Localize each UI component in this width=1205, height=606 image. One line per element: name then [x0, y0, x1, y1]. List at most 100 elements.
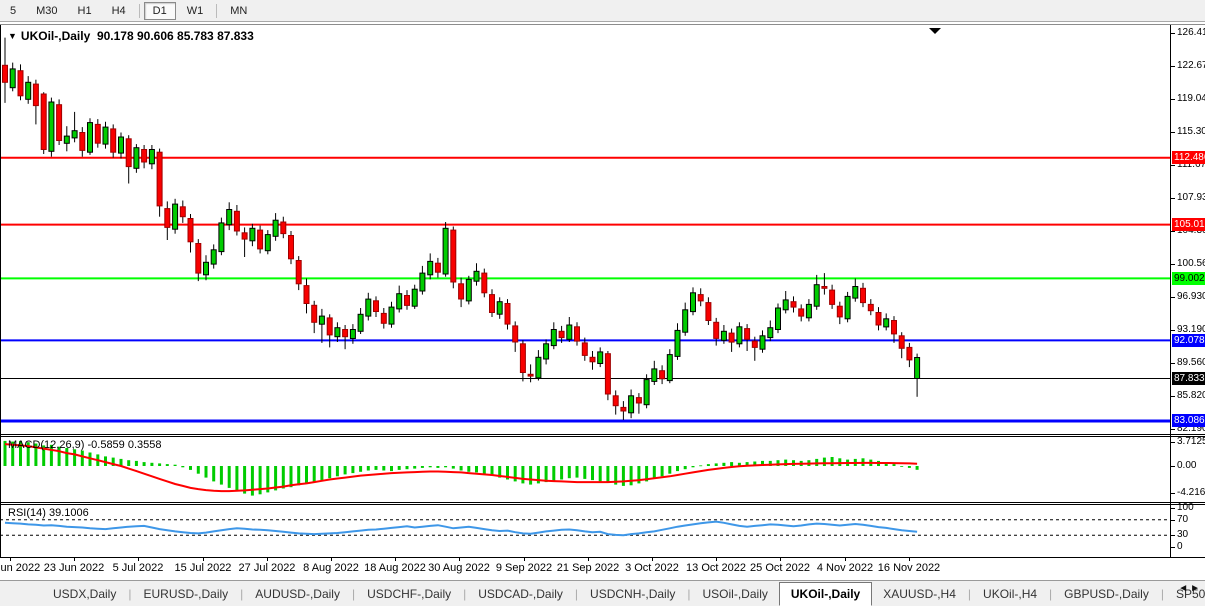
- axis-tick: [1171, 264, 1175, 265]
- chart-tab-gbpusd-daily[interactable]: GBPUSD-,Daily: [1053, 581, 1160, 606]
- axis-tick: [1171, 231, 1175, 232]
- date-tick-label: 4 Nov 2022: [808, 562, 882, 574]
- chart-tab-xauusd-h4[interactable]: XAUUSD-,H4: [872, 581, 967, 606]
- axis-tick: [1171, 297, 1175, 298]
- axis-tick: [1171, 520, 1175, 521]
- time-axis[interactable]: 13 Jun 202223 Jun 20225 Jul 202215 Jul 2…: [0, 558, 1170, 578]
- chart-title-ohlc: 90.178 90.606 85.783 87.833: [97, 29, 254, 43]
- tabs-scroll-left-icon[interactable]: ◄: [1178, 583, 1190, 594]
- axis-tick: [1171, 198, 1175, 199]
- terminal-window: 5M30H1H4 D1W1 MN ▼ UKOil-,Daily 90.178 90.6…: [0, 0, 1205, 606]
- date-tick: [845, 558, 846, 561]
- chart-tab-ukoil-h4[interactable]: UKOil-,H4: [972, 581, 1048, 606]
- date-tick-label: 13 Oct 2022: [679, 562, 753, 574]
- date-tick-label: 8 Aug 2022: [294, 562, 368, 574]
- tab-scroll-arrows: ◄►: [1178, 583, 1202, 594]
- timeframe-button-MN[interactable]: MN: [221, 2, 256, 20]
- macd-label: MACD(12,26,9) -0.5859 0.3558: [8, 439, 162, 451]
- date-tick: [138, 558, 139, 561]
- date-tick: [780, 558, 781, 561]
- date-tick-label: 9 Sep 2022: [487, 562, 561, 574]
- macd-tick-label: -4.2165: [1177, 487, 1205, 499]
- axis-tick: [1171, 330, 1175, 331]
- price-tick-label: 126.410: [1177, 27, 1205, 39]
- chart-tab-usoil-daily[interactable]: USOil-,Daily: [692, 581, 779, 606]
- chart-tab-ukoil-daily[interactable]: UKOil-,Daily: [779, 582, 872, 606]
- panel-separator[interactable]: [0, 502, 1205, 503]
- axis-tick: [1171, 535, 1175, 536]
- chart-tab-usdchf-daily[interactable]: USDCHF-,Daily: [356, 581, 462, 606]
- chart-tab-usdcnh-daily[interactable]: USDCNH-,Daily: [579, 581, 686, 606]
- date-tick: [267, 558, 268, 561]
- price-level-badge: 112.486: [1172, 151, 1205, 164]
- toolbar-separator: [139, 4, 140, 18]
- timeframe-button-H4[interactable]: H4: [103, 2, 135, 20]
- date-tick-label: 23 Jun 2022: [37, 562, 111, 574]
- date-tick: [10, 558, 11, 561]
- date-tick: [652, 558, 653, 561]
- date-tick: [203, 558, 204, 561]
- chart-tab-eurusd-daily[interactable]: EURUSD-,Daily: [132, 581, 239, 606]
- date-tick: [74, 558, 75, 561]
- date-tick-label: 30 Aug 2022: [422, 562, 496, 574]
- symbol-dropdown-icon[interactable]: ▼: [8, 31, 17, 41]
- timeframe-button-5[interactable]: 5: [1, 2, 25, 20]
- axis-tick: [1171, 429, 1175, 430]
- date-tick: [459, 558, 460, 561]
- price-tick-label: 85.820: [1177, 390, 1205, 402]
- axis-tick: [1171, 165, 1175, 166]
- panel-separator[interactable]: [0, 434, 1205, 435]
- chart-title-symbol: UKOil-,Daily: [21, 29, 90, 43]
- date-tick-label: 3 Oct 2022: [615, 562, 689, 574]
- date-tick-label: 21 Sep 2022: [551, 562, 625, 574]
- axis-tick: [1171, 132, 1175, 133]
- chart-tab-audusd-daily[interactable]: AUDUSD-,Daily: [244, 581, 351, 606]
- axis-tick: [1171, 66, 1175, 67]
- rsi-tick-label: 70: [1177, 514, 1188, 526]
- axis-tick: [1171, 99, 1175, 100]
- macd-panel-canvas[interactable]: [0, 437, 1170, 502]
- price-tick-label: 119.040: [1177, 93, 1205, 105]
- timeframe-button-H1[interactable]: H1: [69, 2, 101, 20]
- main-chart-canvas[interactable]: [0, 25, 1170, 434]
- date-tick-label: 16 Nov 2022: [872, 562, 946, 574]
- rsi-tick-label: 100: [1177, 502, 1194, 514]
- axis-tick: [1171, 493, 1175, 494]
- axis-tick: [1171, 508, 1175, 509]
- axis-tick: [1171, 442, 1175, 443]
- rsi-label: RSI(14) 39.1006: [8, 507, 89, 519]
- toolbar-separator: [216, 4, 217, 18]
- chart-tab-bar: USDX,Daily|EURUSD-,Daily|AUDUSD-,Daily|U…: [0, 580, 1205, 606]
- tabs-scroll-right-icon[interactable]: ►: [1190, 583, 1202, 594]
- axis-tick: [1171, 33, 1175, 34]
- date-tick-label: 25 Oct 2022: [743, 562, 817, 574]
- timeframe-button-M30[interactable]: M30: [27, 2, 66, 20]
- rsi-tick-label: 0: [1177, 541, 1183, 553]
- chart-title: ▼ UKOil-,Daily 90.178 90.606 85.783 87.83…: [8, 29, 254, 43]
- price-axis[interactable]: 126.410122.670119.040115.300111.670107.9…: [1170, 25, 1205, 557]
- date-tick: [716, 558, 717, 561]
- timeframe-button-D1[interactable]: D1: [144, 2, 176, 20]
- date-tick: [331, 558, 332, 561]
- date-tick-label: 15 Jul 2022: [166, 562, 240, 574]
- date-tick-label: 5 Jul 2022: [101, 562, 175, 574]
- rsi-panel-canvas[interactable]: [0, 504, 1170, 557]
- price-tick-label: 107.930: [1177, 192, 1205, 204]
- axis-tick: [1171, 466, 1175, 467]
- price-tick-label: 100.560: [1177, 258, 1205, 270]
- price-level-badge: 99.002: [1172, 272, 1205, 285]
- date-tick: [395, 558, 396, 561]
- date-tick: [588, 558, 589, 561]
- price-tick-label: 122.670: [1177, 60, 1205, 72]
- macd-tick-label: 0.00: [1177, 460, 1196, 472]
- date-tick: [909, 558, 910, 561]
- chart-left-border: [0, 25, 1, 557]
- chart-shift-marker-icon: [929, 28, 941, 34]
- timeframe-button-W1[interactable]: W1: [178, 2, 213, 20]
- chart-tab-usdx-daily[interactable]: USDX,Daily: [42, 581, 127, 606]
- price-level-badge: 83.086: [1172, 414, 1205, 427]
- axis-tick: [1171, 396, 1175, 397]
- chart-tab-usdcad-daily[interactable]: USDCAD-,Daily: [467, 581, 574, 606]
- timeframe-toolbar: 5M30H1H4 D1W1 MN: [0, 0, 1205, 22]
- date-tick-label: 18 Aug 2022: [358, 562, 432, 574]
